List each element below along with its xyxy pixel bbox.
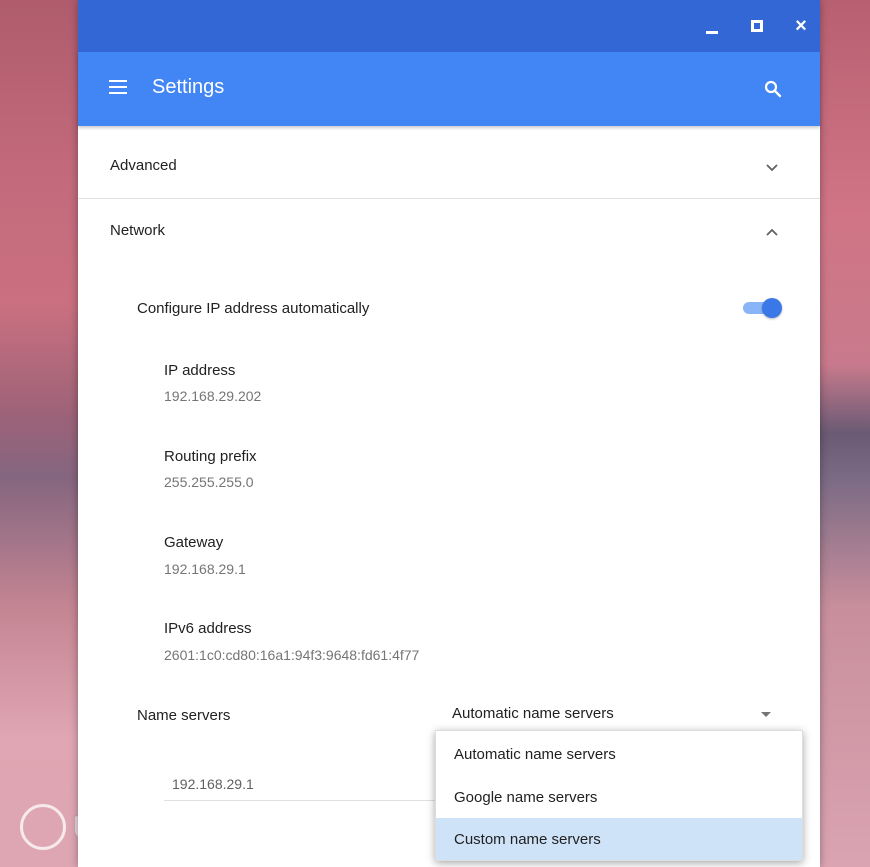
dropdown-option-automatic[interactable]: Automatic name servers <box>436 733 802 775</box>
option-label: Custom name servers <box>454 831 601 848</box>
dropdown-option-google[interactable]: Google name servers <box>436 776 802 818</box>
ip-address-value: 192.168.29.202 <box>164 388 262 404</box>
hamburger-icon[interactable] <box>109 80 127 94</box>
name-server-input-value: 192.168.29.1 <box>172 776 254 792</box>
auto-ip-toggle[interactable] <box>743 298 782 318</box>
chevron-down-icon[interactable] <box>764 160 780 176</box>
desktop-wallpaper-right <box>820 0 870 867</box>
search-icon[interactable] <box>764 80 782 98</box>
auto-ip-label: Configure IP address automatically <box>137 300 370 317</box>
settings-appbar: Settings <box>78 52 820 126</box>
chevron-up-icon[interactable] <box>764 224 780 240</box>
gateway-label: Gateway <box>164 534 224 551</box>
network-label: Network <box>110 222 166 239</box>
toggle-thumb <box>762 298 782 318</box>
routing-prefix-label: Routing prefix <box>164 448 257 465</box>
advanced-label: Advanced <box>110 157 177 174</box>
minimize-icon[interactable] <box>700 14 724 38</box>
ipv6-address-label: IPv6 address <box>164 620 252 637</box>
desktop-wallpaper-left <box>0 0 78 867</box>
ip-address-label: IP address <box>164 362 236 379</box>
page-title: Settings <box>152 76 225 98</box>
name-servers-select[interactable]: Automatic name servers <box>452 702 786 731</box>
settings-window: × Settings Advanced Network Configure IP… <box>78 0 820 867</box>
name-servers-dropdown-menu: Automatic name servers Google name serve… <box>435 730 803 861</box>
option-label: Automatic name servers <box>454 746 616 763</box>
name-servers-label: Name servers <box>137 707 231 724</box>
name-servers-selected-value: Automatic name servers <box>452 705 614 722</box>
window-titlebar[interactable]: × <box>78 0 820 52</box>
maximize-icon[interactable] <box>746 14 770 38</box>
routing-prefix-value: 255.255.255.0 <box>164 474 254 490</box>
gateway-value: 192.168.29.1 <box>164 561 246 577</box>
watermark-circle-icon <box>20 804 66 850</box>
option-label: Google name servers <box>454 789 598 806</box>
ipv6-address-value: 2601:1c0:cd80:16a1:94f3:9648:fd61:4f77 <box>164 647 420 663</box>
section-divider <box>78 198 820 199</box>
close-icon[interactable]: × <box>789 14 813 38</box>
dropdown-option-custom[interactable]: Custom name servers <box>436 818 802 860</box>
dropdown-arrow-icon <box>761 712 771 717</box>
